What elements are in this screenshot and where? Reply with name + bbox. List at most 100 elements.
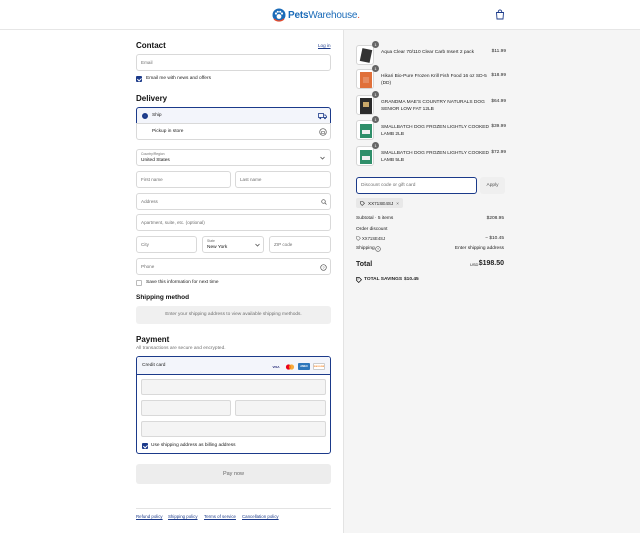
phone-placeholder: Phone — [141, 264, 155, 269]
order-item: 1 Hikari Bio-Pure Frozen Krill Fish Food… — [356, 65, 506, 91]
state-select[interactable]: State New York — [202, 236, 264, 253]
paw-logo-icon — [272, 8, 286, 22]
city-field[interactable]: City — [136, 236, 197, 253]
shopping-bag-icon[interactable] — [495, 9, 505, 20]
order-item: 1 Aqua Clear 70/110 Clear Carb Insert 2 … — [356, 41, 506, 67]
email-placeholder: Email — [141, 60, 153, 65]
email-news-checkbox[interactable] — [136, 76, 142, 82]
footer-divider — [136, 508, 331, 509]
card-number-field[interactable] — [141, 379, 326, 395]
site-logo[interactable]: PetsWarehouse. — [272, 8, 360, 22]
country-select[interactable]: Country/Region United States — [136, 149, 331, 166]
discover-icon: DISCOVER — [313, 363, 325, 370]
quantity-badge: 1 — [372, 41, 379, 48]
ship-radio[interactable] — [142, 113, 148, 119]
item-price: $72.99 — [491, 150, 506, 155]
chevron-down-icon — [255, 243, 260, 247]
product-image — [356, 120, 374, 140]
zip-placeholder: ZIP code — [274, 242, 293, 247]
subtotal-label: Subtotal · 5 items — [356, 216, 394, 221]
info-icon[interactable]: ? — [375, 246, 381, 252]
ship-label: Ship — [152, 113, 162, 118]
discount-code-input[interactable]: Discount code or gift card — [356, 177, 477, 194]
search-icon — [321, 199, 327, 205]
shipping-method-heading: Shipping method — [136, 294, 190, 301]
country-value: United States — [141, 158, 170, 163]
item-price: $39.99 — [491, 124, 506, 129]
item-price: $11.99 — [491, 49, 506, 54]
billing-same-checkbox[interactable] — [142, 443, 148, 449]
product-image — [356, 146, 374, 166]
pay-now-button[interactable]: Pay now — [136, 464, 331, 484]
quantity-badge: 1 — [372, 142, 379, 149]
last-name-field[interactable]: Last name — [235, 171, 331, 188]
save-info-checkbox[interactable] — [136, 280, 142, 286]
country-label: Country/Region — [141, 152, 165, 156]
total-savings-value: $10.45 — [404, 277, 419, 282]
address-field[interactable]: Address — [136, 193, 331, 210]
email-news-label: Email me with news and offers — [146, 76, 211, 81]
store-icon — [319, 128, 327, 136]
item-name: GRANDMA MAE'S COUNTRY NATURALS DOG SENIO… — [381, 100, 485, 112]
quantity-badge: 1 — [372, 65, 379, 72]
delivery-option-pickup[interactable]: Pickup in store — [136, 123, 331, 140]
tag-icon — [360, 200, 365, 206]
refund-policy-link[interactable]: Refund policy — [136, 514, 163, 519]
delivery-heading: Delivery — [136, 94, 168, 103]
svg-text:?: ? — [322, 265, 325, 270]
shipping-value: Enter shipping address — [454, 246, 504, 251]
order-item: 1 SMALLBATCH DOG FROZEN LIGHTLY COOKED L… — [356, 116, 506, 142]
apartment-placeholder: Apartment, suite, etc. (optional) — [141, 220, 205, 225]
credit-card-header[interactable]: Credit card VISA AMEX DISCOVER — [137, 357, 330, 375]
delivery-option-ship[interactable]: Ship — [136, 107, 331, 124]
contact-heading: Contact — [136, 41, 166, 50]
item-price: $64.99 — [491, 99, 506, 104]
payment-subtitle: All transactions are secure and encrypte… — [136, 346, 226, 351]
visa-icon: VISA — [272, 364, 280, 369]
city-placeholder: City — [141, 242, 149, 247]
subtotal-value: $208.95 — [486, 216, 504, 221]
phone-field[interactable]: Phone ? — [136, 258, 331, 275]
card-name-field[interactable] — [141, 421, 326, 437]
apartment-field[interactable]: Apartment, suite, etc. (optional) — [136, 214, 331, 231]
billing-same-label: Use shipping address as billing address — [151, 443, 236, 448]
discount-placeholder: Discount code or gift card — [361, 183, 416, 188]
shipping-label: Shipping — [356, 246, 375, 251]
terms-of-service-link[interactable]: Terms of service — [204, 514, 236, 519]
order-item: 1 GRANDMA MAE'S COUNTRY NATURALS DOG SEN… — [356, 91, 506, 117]
shipping-policy-link[interactable]: Shipping policy — [168, 514, 198, 519]
last-name-placeholder: Last name — [240, 177, 262, 182]
mastercard-icon — [284, 363, 296, 370]
credit-card-section: Credit card VISA AMEX DISCOVER Use shipp… — [136, 356, 331, 454]
zip-field[interactable]: ZIP code — [269, 236, 331, 253]
item-name: SMALLBATCH DOG FROZEN LIGHTLY COOKED LAM… — [381, 151, 489, 163]
cancellation-policy-link[interactable]: Cancellation policy — [242, 514, 279, 519]
remove-code-icon[interactable]: × — [396, 201, 399, 206]
help-circle-icon[interactable]: ? — [320, 264, 327, 271]
product-image — [356, 69, 374, 89]
chip-code: XX71SE4SJ — [368, 200, 394, 206]
item-name: SMALLBATCH DOG FROZEN LIGHTLY COOKED LAM… — [381, 125, 489, 137]
truck-icon — [318, 113, 327, 120]
apply-discount-button[interactable]: Apply — [480, 177, 505, 194]
pickup-radio[interactable] — [142, 129, 148, 135]
quantity-badge: 1 — [372, 91, 379, 98]
pickup-label: Pickup in store — [152, 129, 184, 134]
email-field[interactable]: Email — [136, 54, 331, 71]
login-link[interactable]: Log in — [318, 43, 331, 48]
amex-icon: AMEX — [298, 363, 310, 370]
first-name-placeholder: First name — [141, 177, 163, 182]
applied-discount-code: XX71SE4SJ — [362, 236, 386, 241]
card-expiry-field[interactable] — [141, 400, 231, 416]
item-name: Hikari Bio-Pure Frozen Krill Fish Food 1… — [381, 74, 487, 86]
logo-text: PetsWarehouse. — [288, 9, 360, 21]
product-image — [356, 45, 374, 65]
site-header: PetsWarehouse. — [0, 0, 640, 30]
svg-text:?: ? — [377, 247, 379, 251]
discount-value: − $10.45 — [485, 236, 504, 241]
order-discount-label: Order discount — [356, 227, 388, 232]
total-savings-label: TOTAL SAVINGS — [364, 277, 403, 282]
card-cvv-field[interactable] — [235, 400, 326, 416]
savings-tag-icon — [356, 277, 362, 283]
first-name-field[interactable]: First name — [136, 171, 231, 188]
